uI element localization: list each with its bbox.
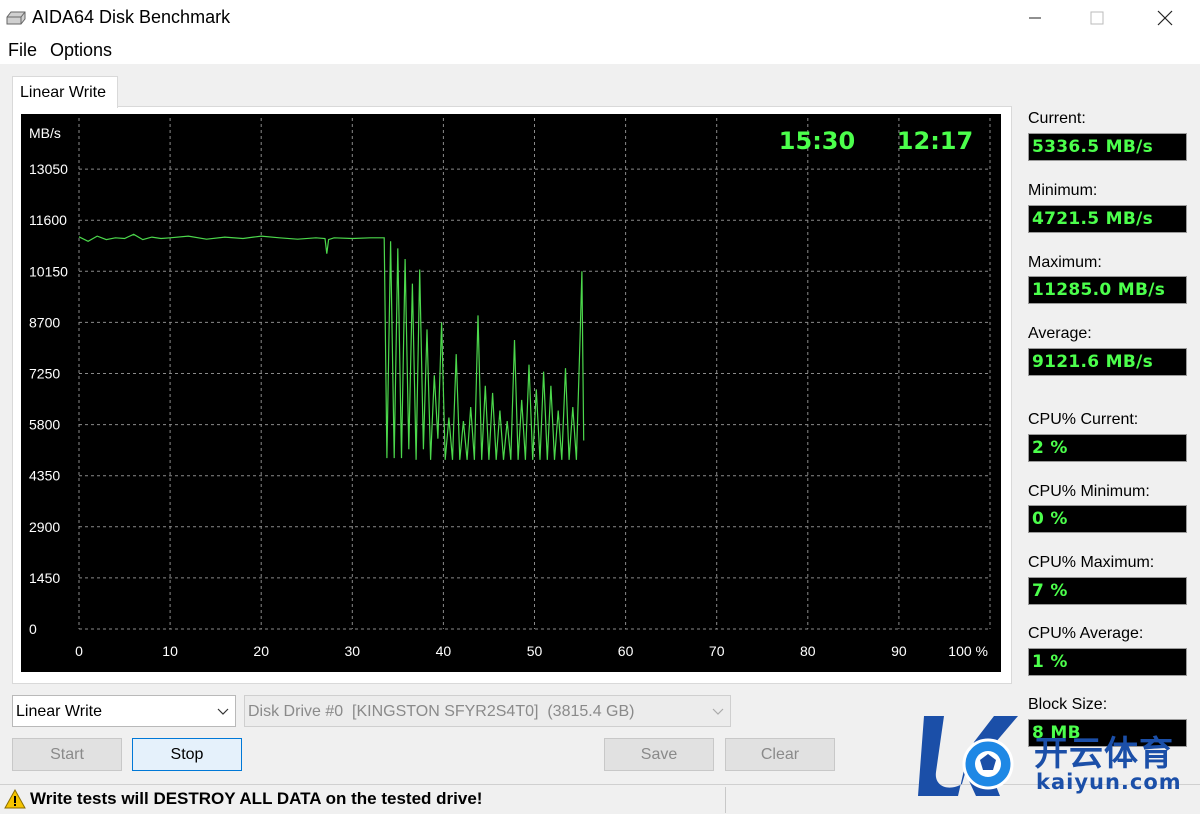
tab-linear-write[interactable]: Linear Write xyxy=(12,76,118,108)
y-axis-label: MB/s xyxy=(29,125,61,141)
y-tick-label: 4350 xyxy=(29,468,60,484)
y-tick-label: 11600 xyxy=(29,212,67,228)
status-separator xyxy=(725,787,726,813)
series-line xyxy=(78,233,585,460)
average-value: 9121.6 MB/s xyxy=(1028,348,1187,376)
x-tick-label: 100 % xyxy=(948,643,988,659)
current-value: 5336.5 MB/s xyxy=(1028,133,1187,161)
watermark: 开云体育 kaiyun.com xyxy=(914,712,1194,800)
drive-select-value: Disk Drive #0 [KINGSTON SFYR2S4T0] (3815… xyxy=(248,703,635,720)
minimum-label: Minimum: xyxy=(1028,182,1098,199)
start-button[interactable]: Start xyxy=(12,738,122,771)
y-tick-label: 7250 xyxy=(29,366,60,382)
close-icon xyxy=(1157,10,1173,26)
x-tick-label: 80 xyxy=(800,643,816,659)
average-label: Average: xyxy=(1028,325,1092,342)
menu-bar: File Options xyxy=(0,36,1200,64)
minimum-value: 4721.5 MB/s xyxy=(1028,205,1187,233)
x-tick-label: 60 xyxy=(618,643,634,659)
chevron-down-icon xyxy=(712,708,724,715)
maximum-value: 11285.0 MB/s xyxy=(1028,276,1187,304)
warning-icon xyxy=(4,789,26,809)
cpu-minimum-label: CPU% Minimum: xyxy=(1028,483,1150,500)
current-label: Current: xyxy=(1028,110,1086,127)
timer-label: 12:17 xyxy=(897,127,973,155)
disk-drive-icon xyxy=(6,11,26,25)
y-tick-label: 10150 xyxy=(29,263,68,279)
save-button[interactable]: Save xyxy=(604,738,714,771)
y-tick-label: 1450 xyxy=(29,570,60,586)
menu-options[interactable]: Options xyxy=(50,40,112,61)
stop-button[interactable]: Stop xyxy=(132,738,242,771)
warning-text: Write tests will DESTROY ALL DATA on the… xyxy=(30,789,483,808)
x-tick-label: 90 xyxy=(891,643,907,659)
y-tick-label: 0 xyxy=(29,621,37,637)
chevron-down-icon xyxy=(217,708,229,715)
menu-file[interactable]: File xyxy=(8,40,37,61)
watermark-text: 开云体育 xyxy=(1034,734,1174,774)
watermark-logo-icon xyxy=(918,716,1018,796)
test-select-value: Linear Write xyxy=(16,703,102,720)
benchmark-chart: 13050 11600 10150 8700 7250 5800 4350 2900 1450 0… xyxy=(21,114,1001,672)
cpu-average-value: 1 % xyxy=(1028,648,1187,676)
y-tick-label: 8700 xyxy=(29,314,60,330)
title-bar: AIDA64 Disk Benchmark xyxy=(0,0,1200,36)
cpu-average-label: CPU% Average: xyxy=(1028,625,1144,642)
x-tick-label: 0 xyxy=(75,643,83,659)
maximize-button[interactable] xyxy=(1074,0,1120,36)
cpu-maximum-label: CPU% Maximum: xyxy=(1028,554,1155,571)
x-tick-label: 70 xyxy=(709,643,725,659)
y-tick-label: 13050 xyxy=(29,161,68,177)
y-tick-label: 5800 xyxy=(29,417,60,433)
cpu-maximum-value: 7 % xyxy=(1028,577,1187,605)
cpu-current-value: 2 % xyxy=(1028,434,1187,462)
test-select[interactable]: Linear Write xyxy=(12,695,236,727)
minimize-button[interactable] xyxy=(1012,0,1058,36)
clear-button[interactable]: Clear xyxy=(725,738,835,771)
maximum-label: Maximum: xyxy=(1028,254,1102,271)
cpu-minimum-value: 0 % xyxy=(1028,505,1187,533)
drive-select[interactable]: Disk Drive #0 [KINGSTON SFYR2S4T0] (3815… xyxy=(244,695,731,727)
x-tick-label: 30 xyxy=(345,643,361,659)
x-tick-label: 20 xyxy=(253,643,269,659)
maximize-icon xyxy=(1090,11,1104,25)
timer-label: 15:30 xyxy=(779,127,855,155)
cpu-current-label: CPU% Current: xyxy=(1028,411,1139,428)
x-tick-label: 10 xyxy=(162,643,178,659)
window-title: AIDA64 Disk Benchmark xyxy=(32,7,231,27)
minimize-icon xyxy=(1029,17,1041,19)
y-tick-label: 2900 xyxy=(29,519,60,535)
x-tick-label: 40 xyxy=(436,643,452,659)
watermark-url: kaiyun.com xyxy=(1036,770,1182,794)
x-tick-label: 50 xyxy=(527,643,543,659)
close-button[interactable] xyxy=(1142,0,1188,36)
chart-svg: 13050 11600 10150 8700 7250 5800 4350 2900 1450 0… xyxy=(29,118,991,659)
